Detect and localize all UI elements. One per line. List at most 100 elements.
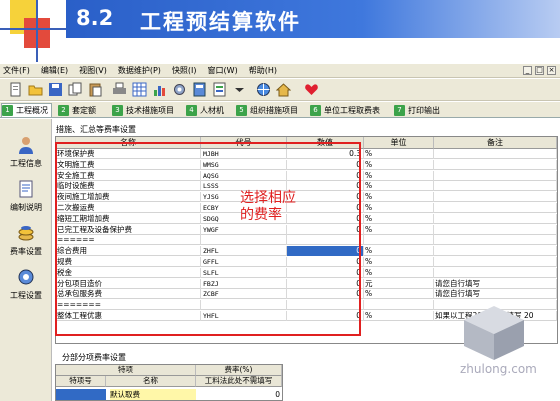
rate-value-cell[interactable]: 0 (287, 170, 364, 181)
rate-unit-cell: % (364, 246, 434, 257)
person-icon (19, 137, 33, 154)
rate-value-cell[interactable]: 0 (287, 278, 364, 289)
menu-file[interactable]: 文件(F) (3, 65, 30, 76)
watermark-logo-icon (464, 306, 524, 360)
column-header-special[interactable]: 特项 (56, 365, 196, 376)
tab-labor-materials[interactable]: 4 人材机 (186, 103, 224, 117)
grid-icon[interactable] (132, 82, 147, 97)
menu-window[interactable]: 窗口(W) (208, 65, 238, 76)
tab-label: 打印输出 (408, 105, 440, 115)
menu-snapshot[interactable]: 快照(I) (172, 65, 197, 76)
table-row[interactable]: ====== (56, 235, 557, 246)
menu-view[interactable]: 视图(V) (79, 65, 107, 76)
rate-value-cell[interactable] (287, 235, 364, 246)
tab-technical-measures[interactable]: 3 技术措施项目 (112, 103, 174, 117)
sidebar-item-description[interactable]: 编制说明 (0, 179, 52, 213)
table-row[interactable]: 分包项目造价 FBZJ 0 元请您自行填写 (56, 278, 557, 289)
report-icon[interactable] (212, 82, 227, 97)
rate-value-cell[interactable]: 0.3 (287, 149, 364, 159)
new-file-icon[interactable] (8, 82, 23, 97)
tab-project-overview[interactable]: 1 工程概况 (1, 103, 52, 117)
rate-note-cell (434, 159, 557, 170)
heart-icon[interactable] (304, 82, 319, 97)
sidebar-item-project-settings[interactable]: 工程设置 (0, 267, 52, 301)
sidebar-item-rate-settings[interactable]: 费率设置 (0, 223, 52, 257)
rate-value-cell[interactable]: 0 (287, 289, 364, 300)
sidebar-item-project-info[interactable]: 工程信息 (0, 135, 52, 169)
rate-value-cell[interactable]: 0 (287, 311, 364, 321)
column-header-special-no[interactable]: 特项号 (56, 376, 106, 387)
rate-note-cell (434, 192, 557, 203)
table-row[interactable]: 文明施工费 WMSG 0% (56, 159, 557, 170)
table-row[interactable]: 总承包服务费 ZCBF 0% 请您自行填写 (56, 289, 557, 300)
globe-icon[interactable] (256, 82, 271, 97)
rate-name-cell: ====== (56, 235, 201, 246)
tab-print-output[interactable]: 7 打印输出 (394, 103, 440, 117)
rate-value-cell[interactable]: 0 (287, 257, 364, 267)
column-header-note[interactable]: 备注 (434, 137, 557, 149)
rate-note-cell (434, 246, 557, 257)
rate-code-cell: YWGF (201, 224, 287, 235)
tab-number: 4 (186, 104, 197, 116)
rate-value-cell[interactable]: 0 (287, 224, 364, 235)
column-header-rate[interactable]: 费率(%) (196, 365, 282, 376)
rate-name-cell: 文明施工费 (56, 159, 201, 170)
sidebar-item-label: 工程信息 (10, 159, 42, 168)
tab-number: 2 (58, 104, 69, 116)
minimize-button[interactable]: _ (523, 66, 532, 75)
sidebar: 工程信息 编制说明 费率设置 工程设置 (0, 119, 52, 401)
tab-fee-table[interactable]: 6 单位工程取费表 (310, 103, 380, 117)
menu-edit[interactable]: 编辑(E) (41, 65, 68, 76)
column-header-value[interactable]: 数值 (287, 137, 364, 149)
slide-title: 工程预结算软件 (140, 10, 301, 34)
table-row[interactable]: 已完工程及设备保护费 YWGF 0% (56, 224, 557, 235)
menu-help[interactable]: 帮助(H) (249, 65, 277, 76)
column-header-unit[interactable]: 单位 (364, 137, 434, 149)
save-icon[interactable] (48, 82, 63, 97)
rate-name-cell: ======= (56, 300, 201, 311)
open-folder-icon[interactable] (28, 82, 43, 97)
table-row[interactable]: 安全施工费 AQSG 0% (56, 170, 557, 181)
rate-unit-cell: % (364, 267, 434, 278)
watermark-text: zhulong.com (460, 362, 537, 376)
rate-code-cell (201, 300, 287, 311)
rate-value-cell[interactable] (287, 300, 364, 311)
column-header-code[interactable]: 代号 (201, 137, 287, 149)
copy-icon[interactable] (68, 82, 83, 97)
document-icon (19, 180, 33, 198)
rate-code-cell: MJBH (201, 149, 287, 159)
rate-value-cell[interactable]: 0 (287, 246, 364, 257)
rate-unit-cell: % (364, 181, 434, 192)
rate-name-cell: 总承包服务费 (56, 289, 201, 300)
rate-name-cell: 缩短工期增加费 (56, 213, 201, 224)
chart-icon[interactable] (152, 82, 167, 97)
item-name-cell[interactable]: 默认取费 (110, 389, 196, 400)
table-row[interactable]: 综合费用 ZHFL 0% (56, 246, 557, 257)
column-header-item-name[interactable]: 名称 (106, 376, 196, 387)
rate-value-cell[interactable]: 0 (287, 267, 364, 278)
item-rate-cell[interactable]: 0 (196, 389, 280, 400)
tab-organization-measures[interactable]: 5 组织措施项目 (236, 103, 298, 117)
rate-unit-cell: % (364, 311, 434, 321)
print-icon[interactable] (112, 82, 127, 97)
calculator-icon[interactable] (192, 82, 207, 97)
dropdown-icon[interactable] (232, 82, 247, 97)
table-row[interactable]: 规费 GFFL 0% (56, 257, 557, 267)
tab-number: 7 (394, 104, 405, 116)
table-row[interactable]: 环境保护费 MJBH 0.3% (56, 149, 557, 159)
home-icon[interactable] (276, 82, 291, 97)
selected-row-marker[interactable] (56, 389, 106, 400)
rate-value-cell[interactable]: 0 (287, 159, 364, 170)
column-header-name[interactable]: 名称 (56, 137, 201, 149)
tab-label: 工程概况 (16, 106, 48, 115)
restore-button[interactable]: □ (535, 66, 544, 75)
rate-code-cell: ZCBF (201, 289, 287, 300)
column-header-rate-hint[interactable]: 工料法此处不需填写 (196, 376, 282, 387)
paste-icon[interactable] (88, 82, 103, 97)
settings-icon[interactable] (172, 82, 187, 97)
menu-data[interactable]: 数据维护(P) (118, 65, 161, 76)
table-row[interactable]: 税金 SLFL 0% (56, 267, 557, 278)
rate-name-cell: 安全施工费 (56, 170, 201, 181)
tab-quota[interactable]: 2 套定额 (58, 103, 96, 117)
close-button[interactable]: × (547, 66, 556, 75)
